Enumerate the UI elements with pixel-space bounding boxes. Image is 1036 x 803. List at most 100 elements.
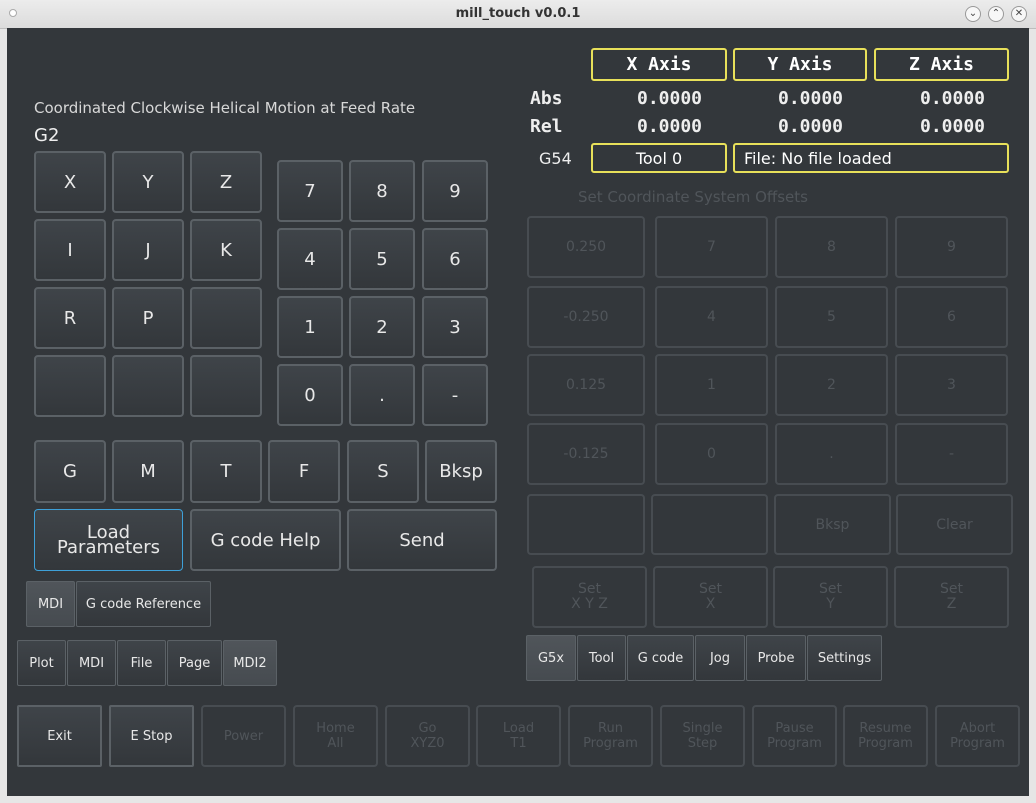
digit-key-3[interactable]: 3 [422,296,488,358]
offset-key-0-250: -0.250 [527,286,645,348]
letter-key-blank-9[interactable] [34,355,106,417]
abs-x-value: 0.0000 [637,88,703,109]
digit-key-0[interactable]: 0 [277,364,343,426]
digit-key-minus[interactable]: - [422,364,488,426]
offset-key-0-125: 0.125 [527,354,645,416]
offset-action-clear: Clear [896,494,1013,555]
offset-key-0-125: -0.125 [527,423,645,485]
tab-settings[interactable]: Settings [807,635,882,681]
close-icon[interactable]: ✕ [1011,6,1027,22]
coord-system-label: G54 [539,149,572,168]
load-parameters-button[interactable]: Load Parameters [34,509,183,571]
code-key-f[interactable]: F [268,440,340,503]
bottom-button-resume-program: Resume Program [843,705,928,767]
bottom-button-load-t1: Load T1 [476,705,561,767]
letter-key-r[interactable]: R [34,287,106,349]
offset-key-2: 2 [775,354,888,416]
letter-key-p[interactable]: P [112,287,184,349]
offset-key-symbol: - [895,423,1008,485]
abs-label: Abs [530,88,563,109]
tab-file[interactable]: File [117,640,166,686]
rel-x-value: 0.0000 [637,116,703,137]
bottom-button-go-xyz0: Go XYZ0 [385,705,470,767]
letter-key-blank-8[interactable] [190,287,262,349]
maximize-icon[interactable]: ⌃ [988,6,1004,22]
bottom-button-run-program: Run Program [568,705,653,767]
offset-key-9: 9 [895,216,1008,278]
rel-y-value: 0.0000 [778,116,844,137]
tab-probe[interactable]: Probe [746,635,806,681]
gcode-description: Coordinated Clockwise Helical Motion at … [34,99,416,117]
offset-key-6: 6 [895,286,1008,348]
letter-key-k[interactable]: K [190,219,262,281]
offset-key-1: 1 [655,354,768,416]
offset-action-blank-1 [651,494,768,555]
letter-key-x[interactable]: X [34,151,106,213]
code-key-t[interactable]: T [190,440,262,503]
offset-key-symbol: . [775,423,888,485]
rel-z-value: 0.0000 [920,116,986,137]
offset-key-7: 7 [655,216,768,278]
offset-key-5: 5 [775,286,888,348]
letter-key-z[interactable]: Z [190,151,262,213]
mdi-command: G2 [34,125,60,146]
digit-key-8[interactable]: 8 [349,160,415,222]
tab-mdi2[interactable]: MDI2 [223,640,277,686]
tool-display: Tool 0 [591,143,727,173]
file-display: File: No file loaded [733,143,1009,173]
bottom-button-home-all: Home All [293,705,378,767]
exit-button[interactable]: Exit [17,705,102,767]
rel-label: Rel [530,116,563,137]
tab-mdi-sub[interactable]: MDI [26,581,75,627]
digit-key-2[interactable]: 2 [349,296,415,358]
minimize-icon[interactable]: ⌄ [965,6,981,22]
set-button-3: Set Z [894,566,1009,628]
bottom-button-power: Power [201,705,286,767]
letter-key-j[interactable]: J [112,219,184,281]
set-button-1: Set X [653,566,768,628]
tab-plot[interactable]: Plot [17,640,66,686]
digit-key-1[interactable]: 1 [277,296,343,358]
tab-page[interactable]: Page [167,640,222,686]
abs-z-value: 0.0000 [920,88,986,109]
offset-key-0-250: 0.250 [527,216,645,278]
digit-key-dot[interactable]: . [349,364,415,426]
estop-button[interactable]: E Stop [109,705,194,767]
offsets-title: Set Coordinate System Offsets [578,188,808,206]
digit-key-9[interactable]: 9 [422,160,488,222]
app-area: X Axis Y Axis Z Axis Abs Rel 0.0000 0.00… [7,28,1029,796]
code-key-m[interactable]: M [112,440,184,503]
bottom-button-abort-program: Abort Program [935,705,1020,767]
tab-g5x[interactable]: G5x [526,635,576,681]
bottom-button-single-step: Single Step [660,705,745,767]
title-bar: mill_touch v0.0.1 ⌄ ⌃ ✕ [0,0,1036,29]
bottom-button-pause-program: Pause Program [752,705,837,767]
offset-action-blank-0 [527,494,645,555]
offset-key-8: 8 [775,216,888,278]
window-title: mill_touch v0.0.1 [455,6,581,21]
gcode-help-button[interactable]: G code Help [190,509,341,571]
tab-jog[interactable]: Jog [695,635,745,681]
letter-key-blank-10[interactable] [112,355,184,417]
code-key-g[interactable]: G [34,440,106,503]
x-axis-header: X Axis [591,48,727,81]
offset-action-bksp: Bksp [774,494,891,555]
letter-key-i[interactable]: I [34,219,106,281]
send-button[interactable]: Send [347,509,497,571]
tab-gcode-reference[interactable]: G code Reference [76,581,211,627]
digit-key-7[interactable]: 7 [277,160,343,222]
tab-g-code[interactable]: G code [627,635,694,681]
letter-key-blank-11[interactable] [190,355,262,417]
code-key-bksp[interactable]: Bksp [425,440,497,503]
offset-key-4: 4 [655,286,768,348]
tab-mdi[interactable]: MDI [67,640,116,686]
digit-key-6[interactable]: 6 [422,228,488,290]
letter-key-y[interactable]: Y [112,151,184,213]
abs-y-value: 0.0000 [778,88,844,109]
code-key-s[interactable]: S [347,440,419,503]
tab-tool[interactable]: Tool [577,635,626,681]
digit-key-4[interactable]: 4 [277,228,343,290]
digit-key-5[interactable]: 5 [349,228,415,290]
y-axis-header: Y Axis [733,48,867,81]
offset-key-0: 0 [655,423,768,485]
